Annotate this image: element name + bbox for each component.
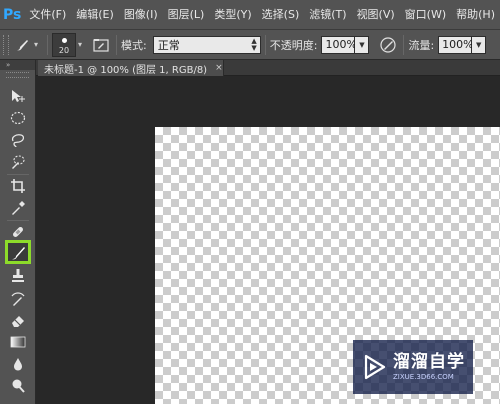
mode-select[interactable]: 正常 ▲ ▼ — [152, 35, 261, 54]
divider — [264, 34, 266, 55]
opacity-dropdown-icon[interactable]: ▼ — [355, 35, 370, 54]
menu-edit[interactable]: 编辑(E) — [71, 0, 119, 30]
close-icon[interactable]: × — [215, 63, 223, 73]
chevron-down-icon[interactable]: ▾ — [78, 40, 82, 49]
menu-filter[interactable]: 滤镜(T) — [304, 0, 351, 30]
site-watermark: 溜溜自学 ZIXUE.3D66.COM — [353, 340, 473, 394]
lasso-icon — [11, 134, 25, 148]
stamp-icon — [12, 269, 24, 282]
menu-window[interactable]: 窗口(W) — [400, 0, 451, 30]
eraser-tool[interactable] — [5, 308, 31, 332]
play-logo-icon — [353, 340, 393, 394]
ellipse-marquee-icon — [10, 111, 26, 125]
crop-tool[interactable] — [5, 174, 31, 198]
menu-type[interactable]: 类型(Y) — [209, 0, 256, 30]
toolbox: » — [0, 60, 36, 404]
flow-dropdown-icon[interactable]: ▼ — [472, 35, 487, 54]
crop-icon — [11, 179, 25, 193]
flow-label: 流量: — [408, 38, 435, 52]
menu-view[interactable]: 视图(V) — [352, 0, 400, 30]
move-tool[interactable] — [5, 84, 31, 108]
menu-help[interactable]: 帮助(H) — [451, 0, 500, 30]
brush-tool[interactable] — [5, 240, 31, 264]
dodge-icon — [12, 379, 25, 393]
lasso-tool[interactable] — [5, 128, 31, 152]
brush-size-value: 20 — [58, 45, 70, 55]
eyedropper-icon — [12, 201, 25, 215]
brush-icon — [16, 39, 28, 50]
history-brush-icon — [11, 292, 25, 306]
brush-panel-icon — [93, 38, 109, 52]
watermark-title: 溜溜自学 — [393, 352, 465, 372]
divider — [116, 34, 118, 55]
mode-value: 正常 — [157, 38, 180, 52]
blur-tool[interactable] — [5, 352, 31, 376]
document-tab-bar: 未标题-1 @ 100% (图层 1, RGB/8) × — [36, 60, 500, 76]
photoshop-logo: Ps — [2, 6, 22, 23]
pressure-opacity-icon — [380, 36, 397, 53]
menu-file[interactable]: 文件(F) — [24, 0, 71, 30]
pressure-opacity-button[interactable] — [377, 34, 399, 56]
options-bar: ▾ 20 ▾ 模式: 正常 ▲ ▼ 不透明度: 100% ▼ 流量: 100% ▼ — [0, 30, 500, 60]
watermark-url: ZIXUE.3D66.COM — [393, 373, 454, 381]
chevron-down-icon: ▾ — [33, 40, 38, 49]
droplet-icon — [14, 358, 22, 371]
marquee-tool[interactable] — [5, 106, 31, 130]
document-tab-title: 未标题-1 @ 100% (图层 1, RGB/8) — [44, 64, 208, 76]
divider — [47, 34, 48, 55]
opacity-label: 不透明度: — [269, 38, 318, 52]
bandage-icon — [13, 227, 23, 237]
toolbox-grip[interactable] — [6, 72, 29, 78]
dodge-tool[interactable] — [5, 374, 31, 398]
quick-selection-tool[interactable] — [5, 150, 31, 174]
brush-tip-dot-icon — [62, 37, 67, 43]
gradient-tool[interactable] — [5, 330, 31, 354]
menu-bar: Ps 文件(F) 编辑(E) 图像(I) 图层(L) 类型(Y) 选择(S) 滤… — [0, 0, 500, 30]
clone-stamp-tool[interactable] — [5, 264, 31, 288]
toggle-brush-panel-button[interactable] — [90, 34, 112, 56]
history-brush-tool[interactable] — [5, 286, 31, 310]
gradient-icon — [10, 336, 26, 348]
brush-size-picker[interactable]: 20 — [52, 32, 76, 57]
document-tab[interactable]: 未标题-1 @ 100% (图层 1, RGB/8) × — [38, 60, 224, 76]
divider — [403, 34, 405, 55]
eyedropper-tool[interactable] — [5, 196, 31, 220]
opacity-input[interactable]: 100% — [321, 35, 357, 54]
tool-preset-picker[interactable]: ▾ — [9, 32, 43, 58]
quick-selection-icon — [12, 155, 25, 169]
mode-label: 模式: — [121, 38, 147, 52]
menu-layer[interactable]: 图层(L) — [163, 0, 210, 30]
menu-image[interactable]: 图像(I) — [119, 0, 163, 30]
toolbox-collapse-button[interactable]: » — [0, 60, 35, 70]
brush-icon — [12, 247, 25, 260]
move-arrow-icon — [12, 90, 25, 102]
eraser-icon — [12, 316, 24, 327]
menu-select[interactable]: 选择(S) — [257, 0, 305, 30]
select-arrows-icon: ▲ ▼ — [251, 36, 257, 52]
flow-input[interactable]: 100% — [438, 35, 474, 54]
